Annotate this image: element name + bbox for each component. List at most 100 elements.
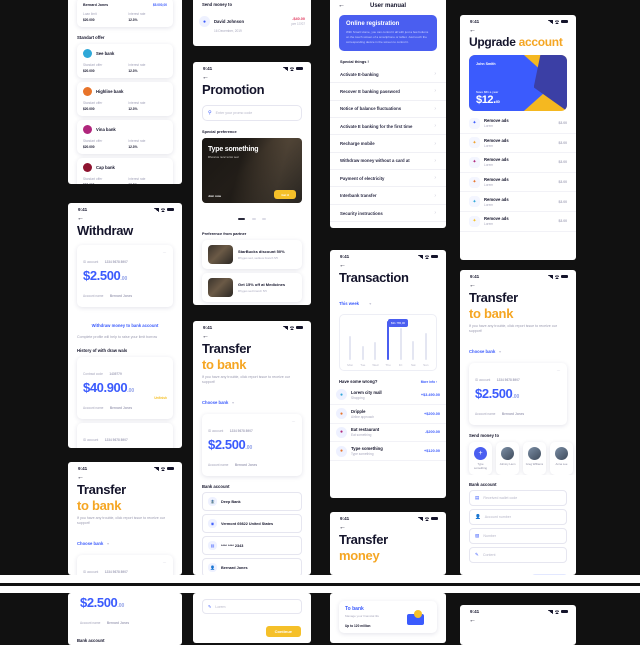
transfer-amount: $2.500.00 [475, 385, 520, 401]
manual-item[interactable]: Interbank transfer › [330, 187, 446, 205]
transfer-input-field[interactable]: 👤 Account number [469, 509, 567, 526]
transaction-row[interactable]: ● Lorem city mall Shopping +$3.490.00 [330, 386, 446, 405]
contact-card[interactable]: Anna Lee [550, 442, 573, 476]
online-registration-banner[interactable]: Online registration With Smart Home, you… [339, 15, 437, 51]
chart-bars: Mon Tue Wed $31.765,00 Thu Fri Sat Sun [345, 319, 431, 367]
page-title: Promotion [202, 82, 265, 97]
to-bank-card[interactable]: To bank Manage your financial life Up to… [339, 601, 437, 633]
chart-bar-column[interactable]: Sat [408, 321, 418, 367]
back-icon[interactable]: ← [460, 615, 576, 624]
bank-account-field[interactable]: ▤ **** **** 2343 [202, 536, 302, 556]
more-info-link[interactable]: More info › [421, 380, 437, 384]
manual-item[interactable]: Withdraw money without a card at › [330, 153, 446, 171]
chart-bar-column[interactable]: $31.765,00 Thu [383, 319, 408, 367]
transfer-balance-card[interactable]: ID account 1234 5678 8907 ⋯ [77, 554, 173, 575]
send-money-row[interactable]: ● David Johnson 16 December, 2019 -$40.0… [193, 7, 311, 37]
page-title: User manual [369, 2, 406, 9]
send-money-row[interactable]: ● Tyrone Hawkins 16 December, 2019 +$50.… [193, 37, 311, 46]
bank-account-field[interactable]: ◉ Vermont 69822 United States [202, 514, 302, 534]
withdraw-to-bank-link[interactable]: Withdraw money to bank account [92, 323, 159, 328]
merchant-category: Shopping [351, 395, 365, 400]
choose-bank-dropdown[interactable]: Choose bank [77, 541, 103, 546]
bank-offer-card[interactable]: See bank Standart offer $20.000 Interest… [77, 44, 173, 78]
loan-holder-card[interactable]: Bernard Jones $5.000,00 Loan limit $20.0… [77, 0, 173, 27]
chart-bar-column[interactable]: Tue [358, 321, 368, 367]
content-field[interactable]: ✎ Lorem [202, 599, 302, 614]
transfer-input-field[interactable]: ▤ Received wallet code [469, 490, 567, 507]
partner-card[interactable]: Get 15% off at Medicines Rhyges sed bran… [202, 273, 302, 303]
chevron-down-icon[interactable]: ▼ [231, 401, 235, 405]
chart-bar-column[interactable]: Mon [345, 321, 355, 367]
transfer-input-field[interactable]: ✎ Content [469, 547, 567, 564]
manual-item[interactable]: Recharge mobile › [330, 135, 446, 153]
withdraw-balance-card[interactable]: ID account 1234 5678 8907 ⋯ $2.500.00 Ac… [77, 245, 173, 308]
back-icon[interactable]: ← [193, 331, 311, 340]
back-icon[interactable]: ← [68, 472, 182, 481]
back-icon[interactable]: ← [193, 72, 311, 81]
upgrade-item-row[interactable]: ✦ Remove ads Lorem $3.00 [460, 114, 576, 134]
upgrade-item-row[interactable]: ✦ Remove ads Lorem $3.00 [460, 212, 576, 232]
manual-item[interactable]: Recover E banking password › [330, 83, 446, 101]
chevron-down-icon[interactable]: ▼ [498, 350, 502, 354]
card-price: $12.00 [476, 93, 500, 106]
withdraw-history-card[interactable]: Contract code 1439779 $40.900.00 Account… [77, 356, 173, 420]
manual-item[interactable]: Payment of electricity › [330, 170, 446, 188]
transaction-row[interactable]: ● Dripple Airline approach +$200.00 [330, 405, 446, 424]
upgrade-item-row[interactable]: ✦ Remove ads Lorem $3.00 [460, 192, 576, 212]
more-dots-icon[interactable]: ⋯ [292, 419, 297, 424]
upgrade-item-row[interactable]: ✦ Remove ads Lorem $3.00 [460, 153, 576, 173]
more-dots-icon[interactable]: ⋯ [163, 250, 168, 255]
manual-item[interactable]: Security instructions › [330, 205, 446, 223]
manual-item[interactable]: Activate E banking for the first time › [330, 118, 446, 136]
continue-button[interactable]: Continue [265, 626, 301, 637]
transfer-note: If you have any trouble, click report is… [469, 324, 557, 334]
transfer-balance-card[interactable]: ID account 1234 5678 8907 ⋯ $2.500.00 Ac… [469, 362, 567, 426]
manual-item[interactable]: Notice of balance fluctuations › [330, 101, 446, 118]
partner-preference-heading: Preference from partner [202, 231, 247, 237]
back-icon[interactable]: ← [68, 213, 182, 222]
contact-card[interactable]: + Type something [469, 442, 492, 476]
chart-bar-column[interactable]: Wed [370, 321, 380, 367]
bank-offer-card[interactable]: Highline bank Standart offer $20.000 Int… [77, 82, 173, 116]
upgrade-item-row[interactable]: ✦ Remove ads Lorem $3.00 [460, 173, 576, 193]
chevron-down-icon[interactable]: ▼ [368, 302, 372, 306]
manual-item[interactable]: Activate E-banking › [330, 66, 446, 84]
feature-price: $3.00 [558, 121, 568, 126]
transaction-row[interactable]: ● Type something Type something +$120.00 [330, 442, 446, 462]
feature-price: $3.00 [558, 160, 568, 165]
back-icon[interactable]: ← [330, 522, 446, 531]
chevron-down-icon[interactable]: ▼ [106, 542, 110, 546]
choose-bank-dropdown[interactable]: Choose bank [469, 349, 495, 354]
bank-offer-card[interactable]: Cap bank Standart offer $20.000 Interest… [77, 158, 173, 184]
add-contact-icon: + [474, 447, 487, 461]
promo-banner[interactable]: Type something Rhoncus nunc tortor sed J… [202, 138, 302, 204]
transaction-row[interactable]: ● Eat restaurant Eat something -$200.00 [330, 424, 446, 443]
bank-offer-card[interactable]: Vina bank Standart offer $20.000 Interes… [77, 120, 173, 154]
carousel-dots[interactable] [193, 207, 311, 225]
back-icon[interactable]: ← [330, 260, 446, 269]
back-icon[interactable]: ← [338, 2, 345, 9]
transfer-input-field[interactable]: ▧ Number [469, 528, 567, 545]
back-icon[interactable]: ← [460, 25, 576, 34]
upgrade-plan-card[interactable]: John Smith Save $61 a year $12.00 [469, 54, 567, 111]
bank-account-field[interactable]: 🏦 Deep Bank [202, 492, 302, 512]
manual-item-label: Withdraw money without a card at [340, 158, 410, 164]
contact-card[interactable]: Greg Williams [523, 442, 546, 476]
chart-bar-column[interactable]: Sun [421, 321, 431, 367]
upgrade-item-row[interactable]: ✦ Remove ads Lorem $3.00 [460, 134, 576, 154]
promo-search-input[interactable]: ⚲ Enter your promo code [202, 105, 302, 122]
partner-card[interactable]: StarBucks discount 50% Rhyges sed, sedle… [202, 240, 302, 270]
week-filter-dropdown[interactable]: This week [339, 301, 359, 306]
bank-account-field[interactable]: 👤 Bernard Jones [202, 558, 302, 575]
banner-get-button[interactable]: Get it [274, 190, 296, 200]
banner-join-link[interactable]: Join now [208, 194, 221, 198]
choose-bank-dropdown[interactable]: Choose bank [202, 400, 228, 405]
transfer-balance-card[interactable]: ID account 1234 5678 8907 ⋯ $2.500.00 Ac… [202, 413, 302, 477]
back-icon[interactable]: ← [460, 280, 576, 289]
bank-account-fields: 🏦 Deep Bank ◉ Vermont 69822 United States… [193, 492, 311, 575]
contact-card[interactable]: Johnny Liem [496, 442, 519, 476]
withdraw-history-card[interactable]: ID account 1234 5678 8907 $2.500.00 Dead… [77, 423, 173, 448]
more-dots-icon[interactable]: ⋯ [163, 560, 168, 565]
more-dots-icon[interactable]: ⋯ [557, 368, 562, 373]
chart-bar-column[interactable]: Fri [395, 321, 405, 367]
